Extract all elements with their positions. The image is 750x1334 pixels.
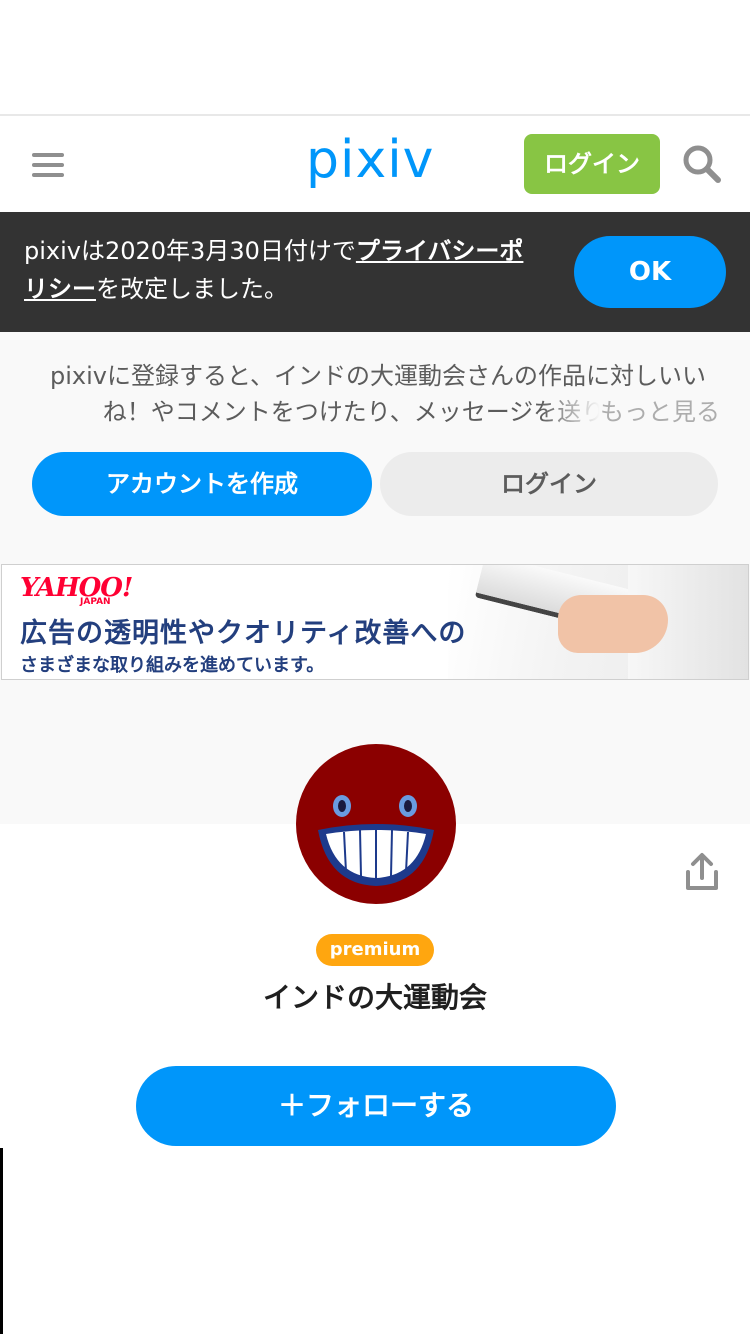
status-area: [0, 0, 750, 116]
share-icon[interactable]: [682, 852, 722, 892]
create-account-button[interactable]: アカウントを作成: [32, 452, 372, 516]
text-fade: [540, 394, 600, 430]
ad-brand-sub: JAPAN: [80, 597, 111, 607]
ad-photo: [448, 565, 748, 679]
privacy-text-after: を改定しました。: [96, 275, 288, 303]
follow-button[interactable]: ＋フォローする: [136, 1066, 616, 1146]
avatar[interactable]: [296, 744, 456, 904]
ad-brand-logo: YAHOO!: [20, 573, 133, 603]
privacy-text-before: pixivは2020年3月30日付けで: [24, 237, 356, 265]
privacy-ok-button[interactable]: OK: [574, 236, 726, 308]
user-name: インドの大運動会: [262, 981, 487, 1014]
header-login-button[interactable]: ログイン: [524, 134, 660, 194]
ad-banner[interactable]: YAHOO! JAPAN 広告の透明性やクオリティ改善への さまざまな取り組みを…: [1, 564, 749, 680]
pixiv-logo[interactable]: pixiv: [306, 130, 434, 190]
see-more-link[interactable]: もっと見る: [600, 394, 720, 430]
premium-badge: premium: [316, 934, 434, 966]
hamburger-menu-icon[interactable]: [32, 153, 64, 177]
privacy-policy-notice: pixivは2020年3月30日付けでプライバシーポリシーを改定しました。 OK: [0, 212, 750, 332]
app-header: pixiv ログイン: [0, 116, 750, 212]
search-icon[interactable]: [682, 144, 722, 184]
ad-subline: さまざまな取り組みを進めています。: [20, 655, 325, 676]
edge-divider: [0, 1148, 3, 1334]
privacy-notice-text: pixivは2020年3月30日付けでプライバシーポリシーを改定しました。: [24, 232, 544, 308]
register-login-button[interactable]: ログイン: [380, 452, 718, 516]
ad-headline: 広告の透明性やクオリティ改善への: [20, 618, 467, 649]
